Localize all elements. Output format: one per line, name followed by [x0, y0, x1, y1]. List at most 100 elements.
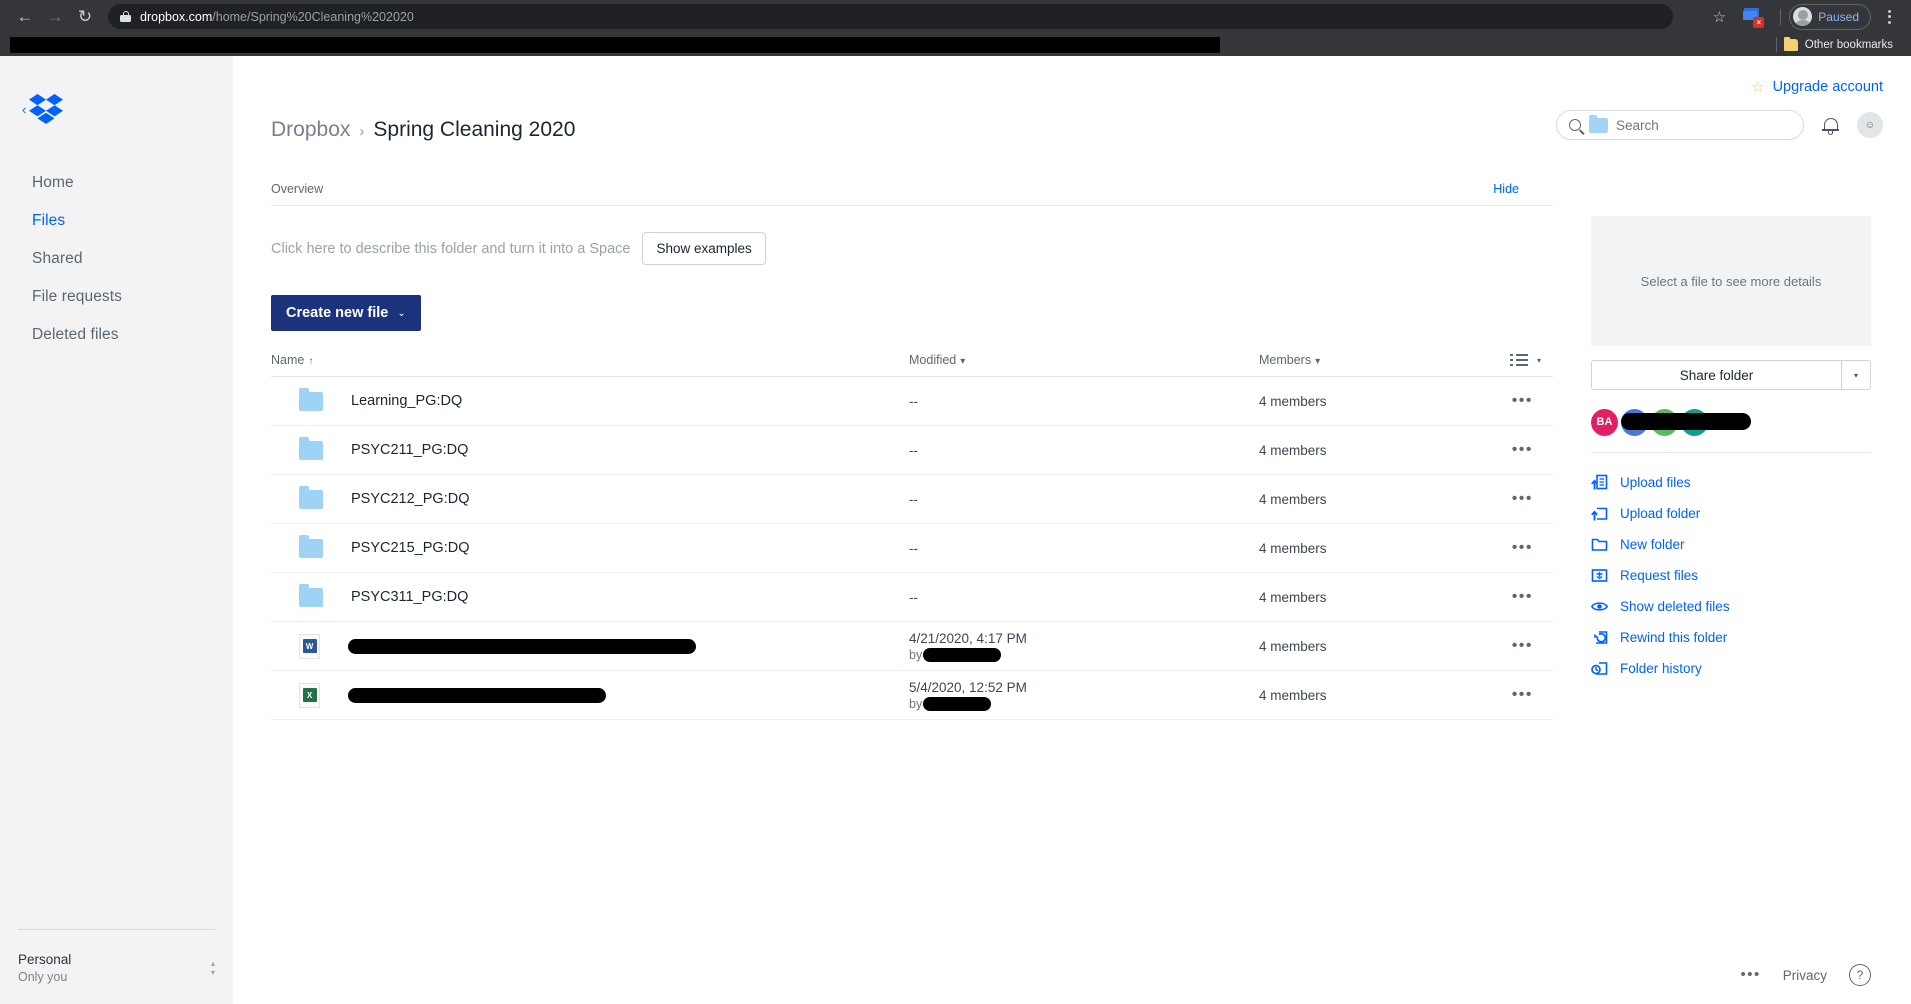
row-overflow-menu-icon[interactable]: •••: [1512, 491, 1533, 507]
redacted-bookmarks: [10, 36, 1220, 53]
table-row[interactable]: PSYC211_PG:DQ -- 4 members •••: [271, 426, 1553, 475]
create-new-file-button[interactable]: Create new file ⌄: [271, 295, 421, 331]
members-cell: 4 members: [1259, 491, 1327, 507]
overview-header: Overview Hide: [271, 182, 1553, 206]
share-folder-control[interactable]: Share folder ▾: [1591, 360, 1871, 390]
extension-icon[interactable]: ×: [1740, 5, 1766, 29]
sidebar-item-shared[interactable]: Shared: [0, 240, 233, 278]
account-name: Personal: [18, 952, 72, 967]
bookmark-star-icon[interactable]: ☆: [1706, 4, 1732, 30]
column-header-modified[interactable]: Modified ▾: [909, 353, 1259, 367]
table-row[interactable]: W 4/21/2020, 4:17 PM by 4 members •••: [271, 622, 1553, 671]
folder-icon: [1783, 36, 1798, 51]
new-folder-icon: [1591, 538, 1608, 551]
describe-folder-row: Click here to describe this folder and t…: [271, 232, 1573, 265]
row-actions[interactable]: •••: [1489, 442, 1553, 458]
extension-error-badge: ×: [1753, 16, 1765, 28]
row-overflow-menu-icon[interactable]: •••: [1512, 393, 1533, 409]
file-name: Learning_PG:DQ: [351, 393, 463, 409]
row-actions[interactable]: •••: [1489, 638, 1553, 654]
file-table: Name ↑ Modified ▾ Members ▾ ▾ Learning_P…: [271, 353, 1553, 720]
other-bookmarks-group[interactable]: Other bookmarks: [1775, 36, 1901, 52]
account-switch-chevrons-icon[interactable]: ▴ ▾: [211, 959, 215, 976]
row-overflow-menu-icon[interactable]: •••: [1512, 687, 1533, 703]
folder-icon: [299, 485, 323, 509]
sidebar-item-file-requests[interactable]: File requests: [0, 278, 233, 316]
footer-overflow-menu-icon[interactable]: •••: [1740, 967, 1760, 982]
redacted-author: [923, 647, 1002, 662]
file-name-cell[interactable]: PSYC215_PG:DQ: [271, 534, 909, 558]
row-overflow-menu-icon[interactable]: •••: [1512, 638, 1533, 654]
rewind-folder-link[interactable]: Rewind this folder: [1591, 622, 1871, 653]
member-avatars[interactable]: BA: [1591, 408, 1871, 436]
profile-button[interactable]: Paused: [1789, 3, 1871, 30]
file-name-cell[interactable]: PSYC211_PG:DQ: [271, 436, 909, 460]
back-button[interactable]: ←: [10, 2, 40, 32]
privacy-link[interactable]: Privacy: [1783, 968, 1827, 983]
help-button[interactable]: ?: [1849, 964, 1871, 986]
modified-cell: --: [909, 540, 918, 556]
forward-button[interactable]: →: [40, 2, 70, 32]
browser-toolbar: ← → ↻ dropbox.com/home/Spring%20Cleaning…: [0, 0, 1911, 33]
list-view-icon[interactable]: [1510, 353, 1528, 367]
file-name-cell[interactable]: X: [271, 682, 909, 708]
chevron-down-icon: ▾: [1315, 356, 1321, 367]
row-actions[interactable]: •••: [1489, 687, 1553, 703]
overview-label: Overview: [271, 182, 324, 196]
sidebar-item-home[interactable]: Home: [0, 164, 233, 202]
dropbox-app: ‹ Home Files Shared File requests Delete…: [0, 56, 1911, 1004]
hide-overview-link[interactable]: Hide: [1493, 182, 1519, 196]
account-scope: Only you: [18, 970, 68, 984]
row-actions[interactable]: •••: [1489, 540, 1553, 556]
request-files-link[interactable]: Request files: [1591, 560, 1871, 591]
chevron-down-icon[interactable]: ▾: [1537, 356, 1541, 365]
column-label-name: Name: [271, 353, 305, 367]
table-row[interactable]: Learning_PG:DQ -- 4 members •••: [271, 377, 1553, 426]
row-actions[interactable]: •••: [1489, 589, 1553, 605]
show-deleted-files-link[interactable]: Show deleted files: [1591, 591, 1871, 622]
row-overflow-menu-icon[interactable]: •••: [1512, 540, 1533, 556]
reload-button[interactable]: ↻: [70, 2, 100, 32]
table-row[interactable]: X 5/4/2020, 12:52 PM by 4 members •••: [271, 671, 1553, 720]
folder-icon: [299, 534, 323, 558]
file-name-cell[interactable]: PSYC311_PG:DQ: [271, 583, 909, 607]
file-name-cell[interactable]: PSYC212_PG:DQ: [271, 485, 909, 509]
new-folder-link[interactable]: New folder: [1591, 529, 1871, 560]
row-overflow-menu-icon[interactable]: •••: [1512, 589, 1533, 605]
table-row[interactable]: PSYC311_PG:DQ -- 4 members •••: [271, 573, 1553, 622]
collapse-sidebar-icon[interactable]: ‹: [22, 103, 26, 116]
table-row[interactable]: PSYC212_PG:DQ -- 4 members •••: [271, 475, 1553, 524]
avatar[interactable]: BA: [1591, 408, 1618, 436]
sidebar-logo-row[interactable]: ‹: [0, 56, 233, 124]
file-name: PSYC211_PG:DQ: [351, 442, 469, 458]
share-options-chevron-down-icon[interactable]: ▾: [1841, 360, 1871, 390]
word-document-icon: W: [299, 633, 320, 659]
chrome-menu-icon[interactable]: [1877, 4, 1901, 30]
share-folder-button[interactable]: Share folder: [1591, 360, 1841, 390]
sidebar-item-files[interactable]: Files: [0, 202, 233, 240]
column-header-members[interactable]: Members ▾: [1259, 353, 1489, 367]
row-actions[interactable]: •••: [1489, 393, 1553, 409]
url-path: /home/Spring%20Cleaning%202020: [212, 9, 414, 24]
row-actions[interactable]: •••: [1489, 491, 1553, 507]
upload-folder-link[interactable]: Upload folder: [1591, 498, 1871, 529]
excel-spreadsheet-icon: X: [299, 682, 320, 708]
describe-folder-placeholder[interactable]: Click here to describe this folder and t…: [271, 241, 630, 257]
upload-folder-label: Upload folder: [1620, 506, 1701, 521]
eye-icon: [1591, 602, 1608, 611]
file-name-cell[interactable]: W: [271, 633, 909, 659]
table-row[interactable]: PSYC215_PG:DQ -- 4 members •••: [271, 524, 1553, 573]
account-switcher[interactable]: Personal Only you ▴ ▾: [18, 952, 215, 984]
view-options[interactable]: ▾: [1489, 353, 1553, 367]
breadcrumb-root[interactable]: Dropbox: [271, 118, 350, 142]
show-examples-button[interactable]: Show examples: [642, 232, 766, 265]
modified-date: 5/4/2020, 12:52 PM: [909, 679, 1027, 695]
address-bar[interactable]: dropbox.com/home/Spring%20Cleaning%20202…: [108, 4, 1673, 29]
upload-files-link[interactable]: Upload files: [1591, 467, 1871, 498]
modified-cell: --: [909, 491, 918, 507]
folder-history-link[interactable]: Folder history: [1591, 653, 1871, 684]
sidebar-item-deleted-files[interactable]: Deleted files: [0, 316, 233, 354]
column-header-name[interactable]: Name ↑: [271, 353, 909, 367]
row-overflow-menu-icon[interactable]: •••: [1512, 442, 1533, 458]
file-name-cell[interactable]: Learning_PG:DQ: [271, 387, 909, 411]
